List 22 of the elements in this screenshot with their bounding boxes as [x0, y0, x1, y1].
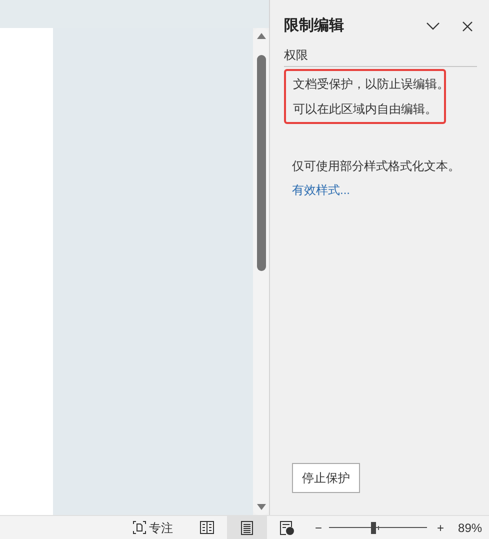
web-page-icon — [280, 520, 294, 534]
stop-protection-button[interactable]: 停止保护 — [292, 463, 360, 493]
scroll-down-icon[interactable] — [256, 504, 266, 510]
zoom-slider[interactable] — [329, 522, 427, 534]
zoom-thumb[interactable] — [371, 522, 376, 534]
zoom-out-button[interactable]: − — [315, 518, 325, 536]
scroll-up-icon[interactable] — [256, 33, 266, 39]
focus-icon — [133, 521, 146, 534]
zoom-percent: 89% — [458, 520, 482, 536]
view-button[interactable] — [227, 516, 267, 539]
panel-title: 限制编辑 — [284, 16, 345, 36]
section-label: 权限 — [284, 46, 477, 66]
page-icon — [241, 520, 253, 534]
styles-link[interactable]: 有效样式... — [292, 180, 477, 198]
zoom-in-button[interactable]: + — [437, 518, 444, 536]
formatting-note: 仅可使用部分样式格式化文本。 — [292, 158, 461, 174]
close-icon — [462, 20, 472, 32]
notice-text: 可以在此区域内自由编辑。 — [293, 100, 437, 118]
focus-button[interactable]: 专注 — [131, 518, 175, 536]
book-icon — [200, 521, 214, 534]
scroll-thumb[interactable] — [256, 55, 266, 271]
chevron-down-icon — [426, 22, 440, 30]
